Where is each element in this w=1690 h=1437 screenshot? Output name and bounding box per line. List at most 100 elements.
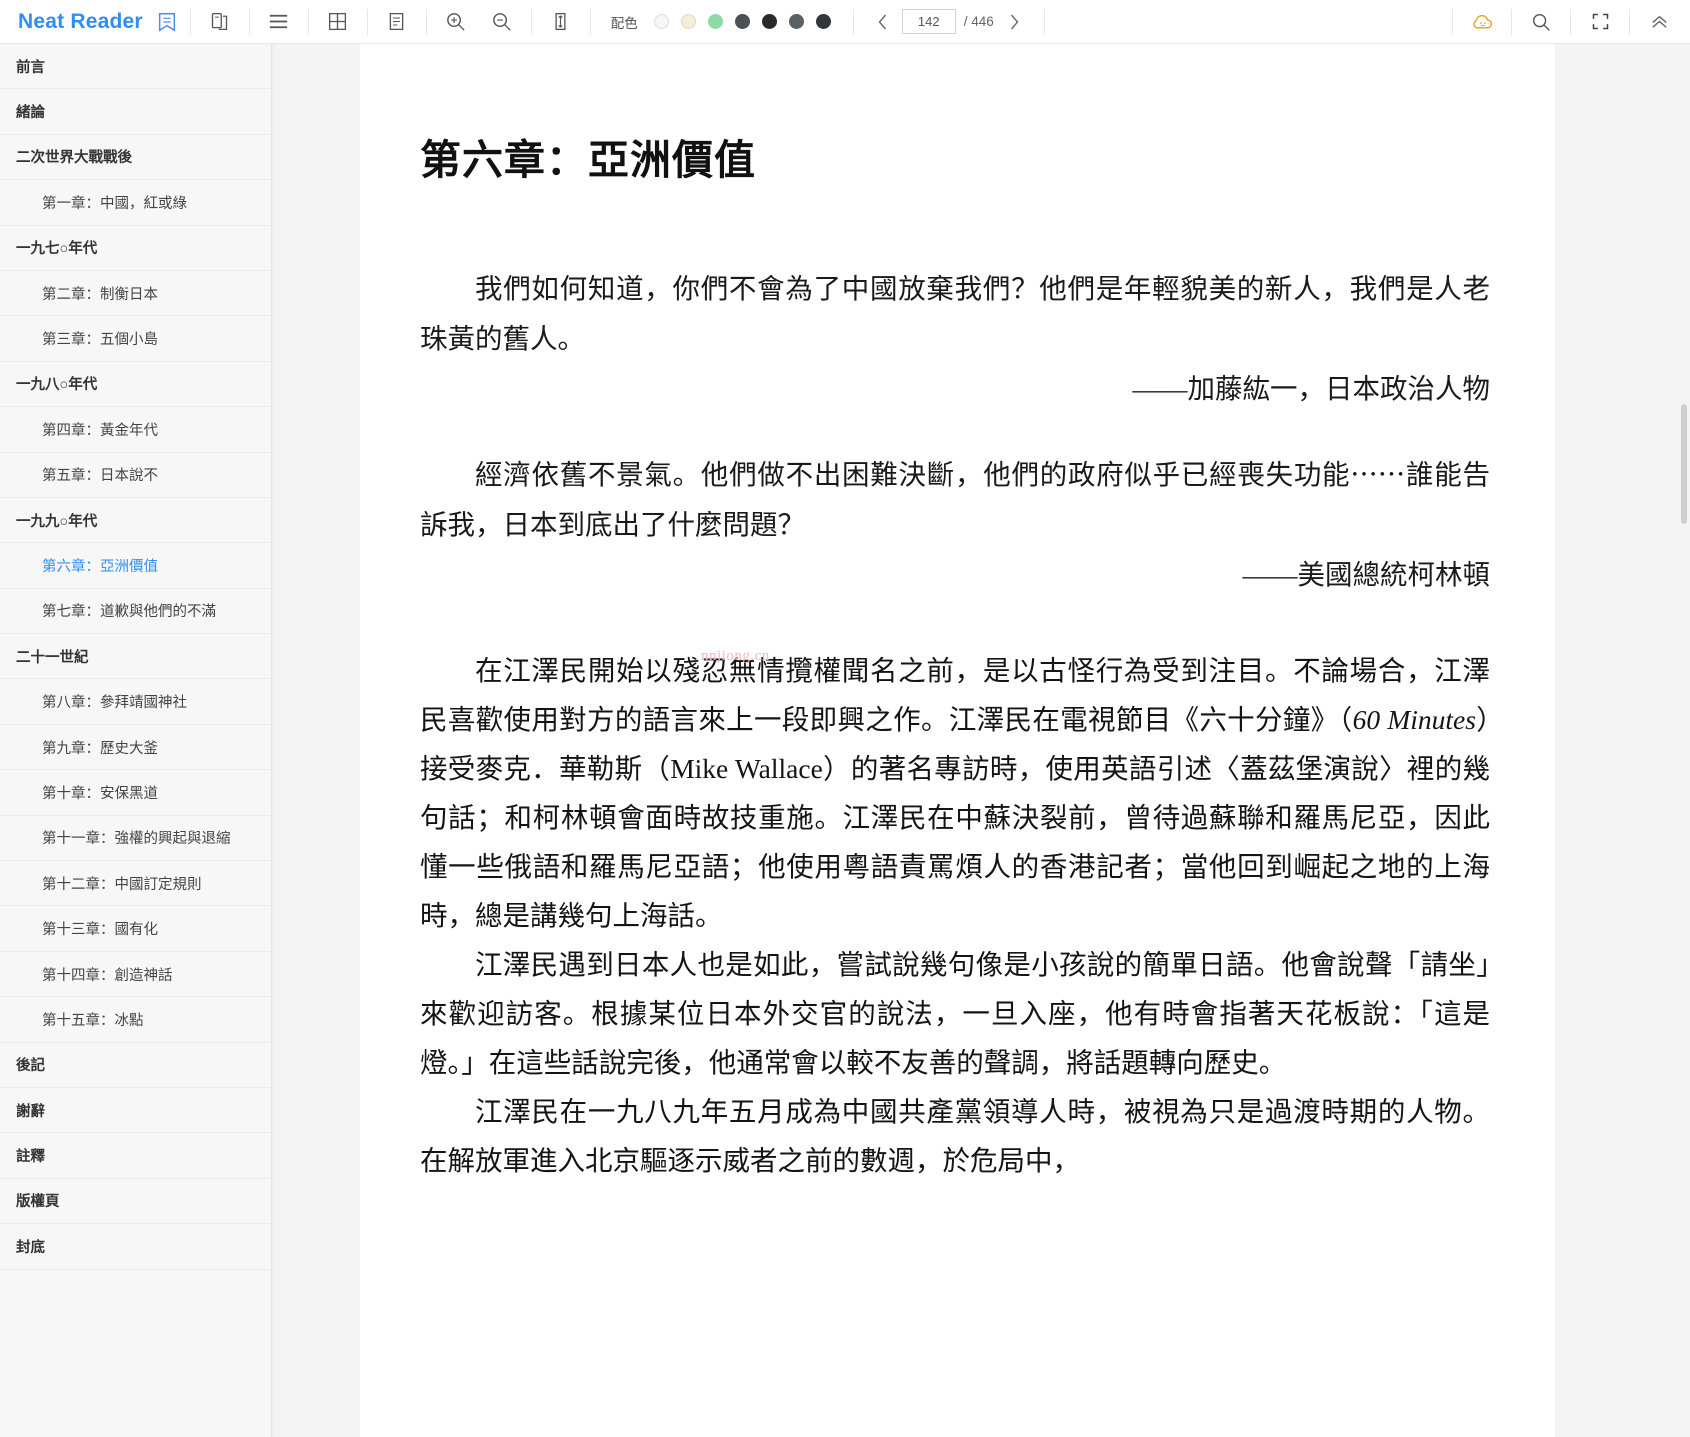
- sidebar-item-label: 第二章：制衡日本: [42, 286, 158, 303]
- body-paragraph-2: 江澤民遇到日本人也是如此，嘗試說幾句像是小孩說的簡單日語。他會說聲「請坐」來歡迎…: [420, 949, 1490, 1078]
- sidebar-item-label: 第四章：黃金年代: [42, 422, 158, 439]
- sidebar-item-16[interactable]: 第十章：安保黑道: [0, 770, 271, 816]
- zoom-in-icon[interactable]: [433, 2, 479, 42]
- sidebar-item-17[interactable]: 第十一章：強權的興起與退縮: [0, 816, 271, 862]
- sidebar-item-label: 封底: [16, 1239, 45, 1256]
- brand-name: Neat Reader: [18, 9, 143, 33]
- main-toolbar: Neat Reader 配色 142 / 446: [0, 0, 1690, 44]
- sidebar-item-label: 一九九○年代: [16, 513, 98, 530]
- scheme-swatch-gray[interactable]: [788, 14, 804, 29]
- epigraph-attribution-1: ——加藤紘一，日本政治人物: [1132, 373, 1491, 404]
- sidebar-item-10[interactable]: 一九九○年代: [0, 498, 271, 544]
- sidebar-item-18[interactable]: 第十二章：中國訂定規則: [0, 861, 271, 907]
- color-scheme-label: 配色: [610, 15, 638, 31]
- bookshelf-icon[interactable]: [156, 11, 178, 33]
- toolbar-divider: [1043, 8, 1045, 35]
- single-page-icon[interactable]: [374, 2, 420, 42]
- sidebar-item-22[interactable]: 後記: [0, 1043, 271, 1088]
- paragraph-1-part-a: 在江澤民開始以殘忍無情攬權聞名之前，是以古怪行為受到注目。不論場合，江澤民喜歡使…: [420, 655, 1490, 735]
- sidebar-item-3[interactable]: 第一章：中國，紅或綠: [0, 180, 271, 226]
- zoom-out-icon[interactable]: [479, 2, 525, 42]
- epigraph-quote-2: 經濟依舊不景氣。他們做不出困難決斷，他們的政府似乎已經喪失功能⋯⋯誰能告訴我，日…: [420, 459, 1490, 540]
- sidebar-item-label: 後記: [16, 1058, 45, 1075]
- body-paragraph-3: 江澤民在一九八九年五月成為中國共產黨領導人時，被視為只是過渡時期的人物。在解放軍…: [420, 1096, 1490, 1176]
- sidebar-item-13[interactable]: 二十一世紀: [0, 634, 271, 680]
- sidebar-item-4[interactable]: 一九七○年代: [0, 226, 271, 271]
- sidebar-item-12[interactable]: 第七章：道歉與他們的不滿: [0, 589, 271, 635]
- sidebar-item-6[interactable]: 第三章：五個小島: [0, 316, 271, 362]
- toolbar-divider: [1511, 8, 1512, 35]
- scheme-swatch-charcoal[interactable]: [815, 14, 831, 29]
- sidebar-item-19[interactable]: 第十三章：國有化: [0, 906, 271, 952]
- toolbar-divider: [366, 8, 368, 35]
- menu-icon[interactable]: [256, 2, 302, 42]
- sidebar-item-label: 第十一章：強權的興起與退縮: [42, 831, 231, 848]
- page-number-input[interactable]: 142: [901, 9, 956, 34]
- sidebar-item-label: 第一章：中國，紅或綠: [42, 195, 187, 212]
- paragraph-1-part-b: ）接受麥克．華勒斯（Mike Wallace）的著名專訪時，使用英語引述〈蓋茲堡…: [420, 704, 1491, 931]
- prev-page-button[interactable]: [870, 7, 896, 37]
- sidebar-item-label: 二次世界大戰戰後: [16, 150, 132, 167]
- sidebar-item-label: 第十五章：冰點: [42, 1012, 144, 1029]
- sidebar-item-label: 謝辭: [16, 1103, 45, 1120]
- search-icon[interactable]: [1518, 2, 1564, 42]
- toolbar-divider: [1452, 8, 1453, 35]
- sidebar-item-label: 第九章：歷史大釜: [42, 740, 158, 757]
- sidebar-item-21[interactable]: 第十五章：冰點: [0, 997, 271, 1043]
- sidebar-item-15[interactable]: 第九章：歷史大釜: [0, 725, 271, 771]
- sidebar-item-20[interactable]: 第十四章：創造神話: [0, 952, 271, 998]
- toolbar-divider: [189, 8, 191, 35]
- sidebar-item-23[interactable]: 謝辭: [0, 1088, 271, 1134]
- sidebar-item-label: 版權頁: [16, 1194, 60, 1211]
- sidebar-item-14[interactable]: 第八章：參拜靖國神社: [0, 679, 271, 725]
- sidebar-item-label: 第十四章：創造神話: [42, 967, 173, 984]
- sidebar-item-9[interactable]: 第五章：日本說不: [0, 453, 271, 498]
- sidebar-item-label: 二十一世紀: [16, 649, 89, 666]
- sidebar-item-label: 前言: [16, 59, 45, 76]
- sidebar-item-label: 第五章：日本說不: [42, 468, 158, 485]
- sidebar-item-0[interactable]: 前言: [0, 44, 271, 90]
- sidebar-item-label: 註釋: [16, 1149, 45, 1166]
- sidebar-item-11[interactable]: 第六章：亞洲價值: [0, 543, 271, 589]
- toolbar-divider: [852, 8, 854, 35]
- toolbar-divider: [248, 8, 250, 35]
- sidebar-item-label: 第十二章：中國訂定規則: [42, 876, 202, 893]
- sidebar-item-label: 第六章：亞洲價值: [42, 558, 158, 575]
- collapse-toolbar-icon[interactable]: [1636, 2, 1682, 42]
- sidebar-item-25[interactable]: 版權頁: [0, 1179, 271, 1225]
- reader-viewport[interactable]: 第六章：亞洲價值 我們如何知道，你們不會為了中國放棄我們？他們是年輕貌美的新人，…: [275, 44, 1690, 1437]
- epigraph-quote-1: 我們如何知道，你們不會為了中國放棄我們？他們是年輕貌美的新人，我們是人老珠黃的舊…: [420, 273, 1490, 354]
- scheme-swatch-white[interactable]: [653, 14, 669, 29]
- table-of-contents-sidebar[interactable]: 前言緒論二次世界大戰戰後第一章：中國，紅或綠一九七○年代第二章：制衡日本 第三章：…: [0, 44, 272, 1437]
- scheme-swatch-green[interactable]: [707, 14, 723, 29]
- sidebar-item-26[interactable]: 封底: [0, 1224, 271, 1270]
- sidebar-item-1[interactable]: 緒論: [0, 89, 271, 135]
- toolbar-divider: [1629, 8, 1630, 35]
- cloud-sync-icon[interactable]: [1459, 2, 1505, 42]
- sidebar-item-7[interactable]: 一九八○年代: [0, 362, 271, 408]
- fullscreen-icon[interactable]: [1577, 2, 1623, 42]
- toolbar-divider: [530, 8, 532, 35]
- body-paragraph-1: nnjiong.cn 在江澤民開始以殘忍無情攬權聞名之前，是以古怪行為受到注目。不…: [420, 646, 1490, 940]
- sidebar-item-2[interactable]: 二次世界大戰戰後: [0, 135, 271, 181]
- sidebar-item-5[interactable]: 第二章：制衡日本: [0, 271, 271, 317]
- toolbar-divider: [425, 8, 427, 35]
- sidebar-item-label: 第十章：安保黑道: [42, 785, 158, 802]
- scheme-swatch-black[interactable]: [761, 14, 777, 29]
- brand: Neat Reader: [0, 10, 184, 34]
- toolbar-divider: [307, 8, 309, 35]
- sidebar-item-label: 第三章：五個小島: [42, 332, 158, 349]
- copy-icon[interactable]: [197, 2, 243, 42]
- page-title: 第六章：亞洲價值: [420, 137, 756, 183]
- grid-icon[interactable]: [315, 2, 361, 42]
- sidebar-item-8[interactable]: 第四章：黃金年代: [0, 407, 271, 453]
- scheme-swatch-darkgray[interactable]: [734, 14, 750, 29]
- toolbar-divider: [1570, 8, 1571, 35]
- scheme-swatch-sepia[interactable]: [680, 14, 696, 29]
- reader-scrollbar-thumb[interactable]: [1681, 404, 1687, 524]
- fit-height-icon[interactable]: [538, 2, 584, 42]
- next-page-button[interactable]: [1002, 7, 1028, 37]
- sidebar-item-24[interactable]: 註釋: [0, 1133, 271, 1179]
